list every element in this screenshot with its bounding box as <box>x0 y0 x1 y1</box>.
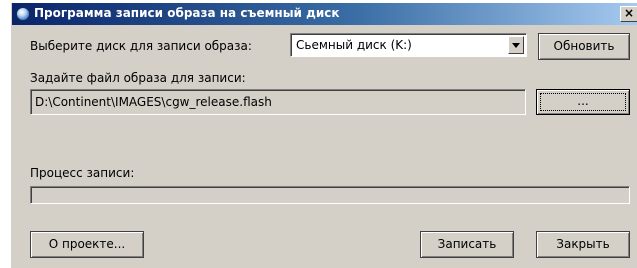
image-path-value: D:\Continent\IMAGES\cgw_release.flash <box>35 95 272 109</box>
disk-select[interactable]: Сьемный диск (K:) <box>290 33 527 57</box>
close-window-button[interactable]: × <box>620 6 637 22</box>
write-button[interactable]: Записать <box>420 231 514 258</box>
browse-button[interactable]: ... <box>536 89 630 115</box>
disc-icon <box>16 7 30 21</box>
title-bar[interactable]: Программа записи образа на съемный диск … <box>12 3 637 25</box>
dialog-window: Программа записи образа на съемный диск … <box>11 3 637 268</box>
window-title: Программа записи образа на съемный диск <box>34 6 340 20</box>
chevron-down-icon[interactable] <box>508 36 524 54</box>
close-button[interactable]: Закрыть <box>536 231 630 258</box>
file-label: Задайте файл образа для записи: <box>30 71 246 85</box>
disk-select-value: Сьемный диск (K:) <box>296 38 412 52</box>
progress-label: Процесс записи: <box>30 166 135 180</box>
focus-ring <box>540 93 626 111</box>
write-button-label: Записать <box>437 237 497 251</box>
close-button-label: Закрыть <box>556 237 610 251</box>
write-progress-bar <box>30 186 630 204</box>
refresh-button-label: Обновить <box>553 39 615 53</box>
about-button[interactable]: О проекте... <box>30 231 144 258</box>
image-path-field[interactable]: D:\Continent\IMAGES\cgw_release.flash <box>30 89 526 115</box>
disk-label: Выберите диск для записи образа: <box>30 39 252 53</box>
about-button-label: О проекте... <box>48 237 126 251</box>
refresh-button[interactable]: Обновить <box>538 33 630 60</box>
